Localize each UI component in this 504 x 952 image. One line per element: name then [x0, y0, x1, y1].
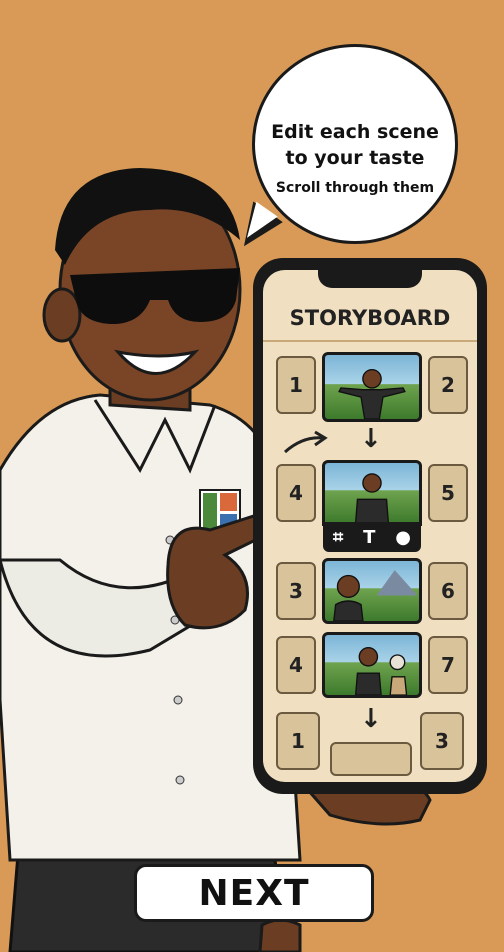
next-button[interactable]: NEXT [134, 864, 374, 922]
person-icon[interactable]: ● [395, 527, 411, 548]
scene-tile-3b[interactable]: 3 [420, 712, 464, 770]
storyboard-title: STORYBOARD [289, 306, 451, 330]
scene-thumbnail-4[interactable] [322, 632, 422, 698]
bubble-line-1: Edit each scene [271, 121, 439, 143]
scene-tile-5[interactable]: 5 [428, 464, 468, 522]
scene-person-icon [354, 647, 408, 695]
down-arrow-icon: ↓ [360, 704, 382, 734]
scene-tile-3[interactable]: 3 [276, 562, 316, 620]
scene-person-icon [333, 570, 418, 621]
scene-person-icon [338, 368, 406, 419]
bubble-line-2: to your taste [285, 147, 425, 169]
scene-tile-1b[interactable]: 1 [276, 712, 320, 770]
down-arrow-icon: ↓ [360, 424, 382, 454]
title-divider [263, 340, 477, 342]
scene-person-icon [354, 473, 390, 523]
scene-tile-4[interactable]: 4 [276, 464, 316, 522]
empty-scene-slot[interactable] [330, 742, 412, 776]
scene-tile-1[interactable]: 1 [276, 356, 316, 414]
text-icon[interactable]: T [363, 527, 375, 548]
scene-thumbnail-3[interactable] [322, 558, 422, 624]
crop-icon[interactable]: ⌗ [333, 527, 343, 548]
scene-tile-6[interactable]: 6 [428, 562, 468, 620]
scene-thumbnail-selected[interactable] [322, 460, 422, 526]
speech-bubble: Edit each scene to your taste Scroll thr… [252, 44, 458, 244]
bubble-line-3: Scroll through them [275, 180, 435, 196]
scene-tile-7[interactable]: 7 [428, 636, 468, 694]
scene-thumbnail-1[interactable] [322, 352, 422, 422]
phone-notch [318, 262, 422, 288]
curved-arrow-icon [284, 430, 328, 454]
scene-tile-4b[interactable]: 4 [276, 636, 316, 694]
scene-tile-2[interactable]: 2 [428, 356, 468, 414]
scene-edit-toolbar: ⌗ T ● [323, 522, 421, 552]
